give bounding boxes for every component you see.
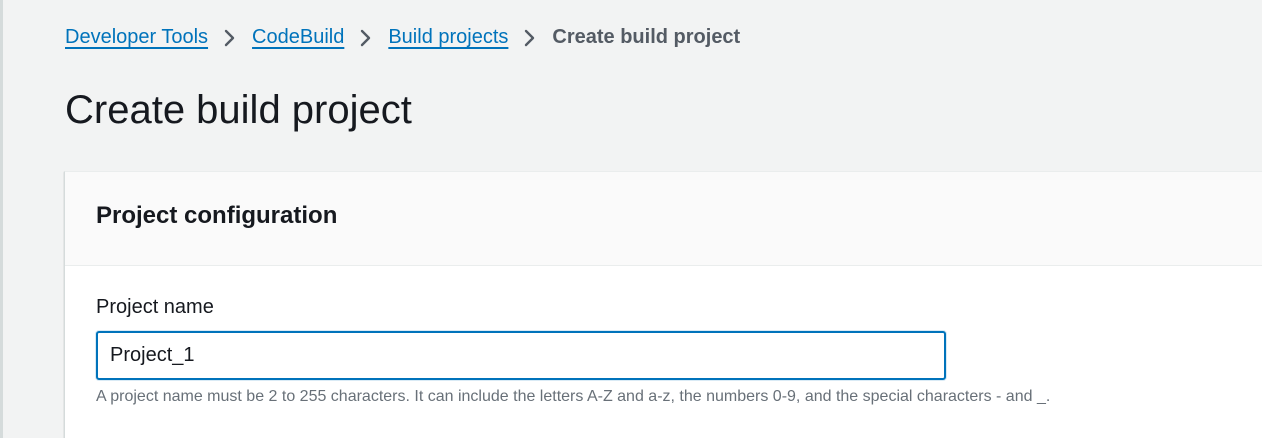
page: Developer Tools CodeBuild Build projects… bbox=[0, 0, 1262, 438]
project-name-hint: A project name must be 2 to 255 characte… bbox=[96, 388, 1051, 405]
chevron-right-icon bbox=[344, 26, 388, 49]
breadcrumb-developer-tools[interactable]: Developer Tools bbox=[65, 26, 208, 49]
panel-header: Project configuration bbox=[65, 172, 1262, 266]
breadcrumb-build-projects[interactable]: Build projects bbox=[388, 26, 508, 49]
breadcrumb-current: Create build project bbox=[552, 26, 741, 48]
panel-title: Project configuration bbox=[96, 202, 338, 229]
chevron-right-icon bbox=[208, 26, 252, 49]
project-name-input[interactable] bbox=[96, 331, 946, 380]
project-configuration-panel: Project configuration Project name A pro… bbox=[64, 171, 1262, 438]
project-name-label: Project name bbox=[96, 296, 214, 318]
chevron-right-icon bbox=[508, 26, 552, 49]
breadcrumb: Developer Tools CodeBuild Build projects… bbox=[65, 26, 740, 49]
breadcrumb-codebuild[interactable]: CodeBuild bbox=[252, 26, 344, 49]
page-title: Create build project bbox=[65, 88, 412, 132]
